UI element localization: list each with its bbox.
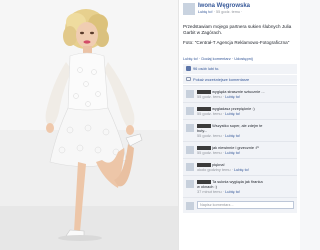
comment-text: Wszystko super, ale zdejm te bbox=[212, 122, 263, 128]
thumbs-up-icon bbox=[186, 66, 191, 72]
comment: jak niewinnie i grzecznie :P 55 godz. te… bbox=[183, 140, 297, 158]
comment-bubble-icon bbox=[186, 77, 191, 82]
comment: Ta suknia wygląda jak firanka w oknach :… bbox=[183, 174, 297, 197]
comment-meta: 55 godz. temu · Lubię to! bbox=[197, 150, 240, 155]
comment-meta: 37 minut temu · Lubię to! bbox=[197, 189, 240, 194]
commenter-avatar[interactable] bbox=[186, 106, 194, 115]
post-caption: Przedstawiam mojego partnera sukien ślub… bbox=[183, 24, 297, 46]
reply-row bbox=[183, 196, 297, 213]
view-previous-label[interactable]: Pokaż wcześniejsze komentarze bbox=[193, 77, 249, 82]
viewer-avatar bbox=[186, 201, 194, 210]
comment-like-link[interactable]: Lubię to! bbox=[225, 150, 240, 155]
header-like-link[interactable]: Lubię to! bbox=[198, 10, 213, 14]
photo-viewer: Iwona Węgrowska Lubię to! · 55 godz. tem… bbox=[0, 0, 300, 250]
comment-like-link[interactable]: Lubię to! bbox=[225, 94, 240, 99]
comment-time: około godziny temu · bbox=[197, 166, 233, 172]
view-previous-comments[interactable]: Pokaż wcześniejsze komentarze bbox=[183, 74, 297, 84]
comment-list: wygląda strasznie sztucznie ... 55 godz.… bbox=[183, 84, 297, 213]
comment-time: 55 godz. temu · bbox=[197, 132, 225, 138]
comment-like-link[interactable]: Lubię to! bbox=[225, 189, 240, 194]
commenter-avatar[interactable] bbox=[186, 179, 194, 188]
photo[interactable] bbox=[0, 0, 178, 250]
post-actions[interactable]: Lubię to! · Dodaj komentarz · Udostępnij bbox=[183, 56, 297, 61]
caption-credit: Foto: "Centrał-T Agencja Reklamowo-Fotog… bbox=[183, 40, 290, 45]
post-meta: Lubię to! · 55 godz. temu · bbox=[198, 10, 250, 15]
comment-meta: 55 godz. temu · Lubię to! bbox=[197, 94, 240, 99]
comment-meta: około godziny temu · Lubię to! bbox=[197, 167, 249, 172]
page-name-link[interactable]: Iwona Węgrowska bbox=[198, 3, 250, 10]
comment-like-link[interactable]: Lubię to! bbox=[225, 111, 240, 116]
comment-like-link[interactable]: Lubię to! bbox=[225, 133, 240, 138]
comment-meta: 55 godz. temu · Lubię to! bbox=[197, 111, 240, 116]
comment: piękna! około godziny temu · Lubię to! bbox=[183, 157, 297, 175]
commenter-avatar[interactable] bbox=[186, 123, 194, 132]
commenter-avatar[interactable] bbox=[186, 89, 194, 98]
commenter-avatar[interactable] bbox=[186, 162, 194, 171]
comment-input[interactable] bbox=[197, 200, 294, 209]
comment-time: 55 godz. temu · bbox=[197, 149, 225, 155]
comment-time: 55 godz. temu · bbox=[197, 110, 225, 116]
comment: wygląda strasznie sztucznie ... 55 godz.… bbox=[183, 84, 297, 102]
post-time: · 55 godz. temu · bbox=[213, 10, 243, 14]
page-avatar[interactable] bbox=[183, 3, 195, 15]
likes-count[interactable]: 96 osób lubi to. bbox=[193, 66, 219, 71]
comment: wygladasz przepięknie :) 55 godz. temu ·… bbox=[183, 101, 297, 119]
likes-summary[interactable]: 96 osób lubi to. bbox=[183, 64, 297, 74]
post-panel: Iwona Węgrowska Lubię to! · 55 godz. tem… bbox=[178, 0, 300, 250]
photo-image bbox=[0, 0, 178, 250]
caption-line: Przedstawiam mojego partnera sukien ślub… bbox=[183, 24, 292, 35]
commenter-avatar[interactable] bbox=[186, 145, 194, 154]
comment-like-link[interactable]: Lubię to! bbox=[234, 167, 249, 172]
comment-text: Ta suknia wygląda jak firanka bbox=[212, 178, 263, 184]
comment-time: 55 godz. temu · bbox=[197, 93, 225, 99]
post-header: Iwona Węgrowska Lubię to! · 55 godz. tem… bbox=[183, 3, 297, 20]
comment: Wszystko super, ale zdejm te buty... 55 … bbox=[183, 118, 297, 141]
comment-time: 37 minut temu · bbox=[197, 188, 225, 194]
comment-meta: 55 godz. temu · Lubię to! bbox=[197, 133, 240, 138]
